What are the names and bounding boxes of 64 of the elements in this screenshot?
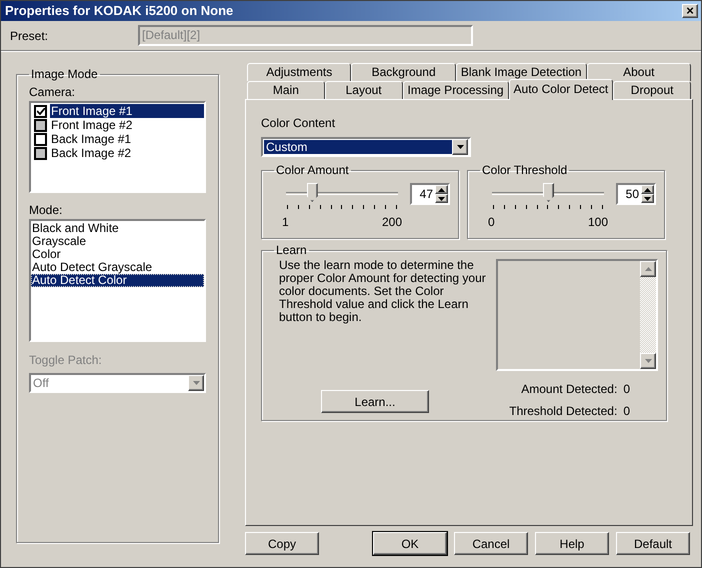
slider-min-label: 1	[282, 214, 289, 231]
group-title: Color Amount	[275, 162, 350, 179]
tab[interactable]: Adjustments	[247, 63, 352, 81]
slider-max-label: 200	[382, 214, 402, 231]
spin-up-button[interactable]	[641, 185, 654, 194]
color-content-label: Color Content	[261, 115, 336, 132]
camera-checkbox[interactable]	[34, 104, 47, 118]
dialog-button[interactable]: Help	[535, 532, 609, 555]
dialog-button[interactable]: Cancel	[454, 532, 528, 555]
slider-min-label: 0	[488, 214, 495, 231]
mode-item[interactable]: Auto Detect Color	[31, 274, 204, 287]
preset-label: Preset:	[10, 28, 50, 44]
dropdown-arrow-icon	[456, 145, 464, 149]
window-title: Properties for KODAK i5200 on None	[5, 2, 234, 20]
scroll-up-icon	[644, 267, 652, 271]
slider-max-label: 100	[588, 214, 608, 231]
slider-thumb[interactable]	[306, 183, 318, 202]
mode-label: Mode:	[29, 202, 64, 219]
color-content-dropdown[interactable]: Custom	[261, 137, 471, 157]
tab[interactable]: Layout	[324, 81, 402, 99]
spin-down-button[interactable]	[641, 194, 654, 203]
mode-item[interactable]: Color	[31, 248, 204, 261]
up-arrow-icon	[438, 188, 445, 192]
dialog-button[interactable]: OK	[373, 532, 447, 555]
spin-up-button[interactable]	[435, 185, 448, 194]
learn-button[interactable]: Learn...	[321, 390, 429, 413]
group-title: Learn	[275, 242, 308, 259]
mode-list[interactable]: Black and White Grayscale Color Auto Detect Grayscale Auto Detect Color	[29, 219, 206, 342]
camera-item[interactable]: Front Image #1	[50, 104, 204, 118]
mode-item[interactable]: Black and White	[31, 222, 204, 235]
group-title: Image Mode	[30, 66, 99, 83]
toggle-patch-label: Toggle Patch:	[29, 352, 103, 369]
camera-item[interactable]: Back Image #1	[50, 132, 204, 146]
close-button[interactable]: ×	[682, 4, 698, 18]
number-spinner[interactable]: 50	[616, 183, 656, 205]
tab[interactable]: Main	[247, 81, 325, 99]
down-arrow-icon	[644, 196, 651, 200]
tab[interactable]: Blank Image Detection	[456, 63, 587, 81]
tab[interactable]: About	[586, 63, 691, 81]
dropdown-arrow-icon	[192, 381, 200, 385]
mode-item[interactable]: Grayscale	[31, 235, 204, 248]
camera-label: Camera:	[29, 84, 76, 101]
camera-checkbox[interactable]	[34, 132, 47, 146]
tab[interactable]: Auto Color Detect	[508, 79, 614, 100]
scroll-down-icon	[644, 359, 652, 363]
amount-detected-value: 0	[623, 381, 630, 398]
threshold-detected-value: 0	[623, 403, 630, 420]
tab[interactable]: Image Processing	[402, 81, 509, 99]
check-icon	[36, 108, 44, 114]
amount-detected-label: Amount Detected:	[521, 381, 618, 398]
dialog-button[interactable]: Copy	[245, 532, 319, 555]
spin-down-button[interactable]	[435, 194, 448, 203]
slider-thumb[interactable]	[543, 183, 554, 202]
number-spinner[interactable]: 47	[410, 183, 450, 205]
threshold-detected-label: Threshold Detected:	[509, 403, 618, 420]
dialog-button[interactable]: Default	[616, 532, 690, 555]
mode-item[interactable]: Auto Detect Grayscale	[31, 261, 204, 274]
tab[interactable]: Dropout	[613, 81, 692, 99]
scrollbar[interactable]	[640, 261, 656, 369]
tab[interactable]: Background	[351, 63, 456, 81]
down-arrow-icon	[438, 196, 445, 200]
up-arrow-icon	[644, 188, 651, 192]
learn-description: Use the learn mode to determine the proper Color Amount for detecting your color documents. Set the Color Threshold value and click the Learn button to begin.	[278, 259, 487, 324]
group-title: Color Threshold	[481, 162, 568, 179]
